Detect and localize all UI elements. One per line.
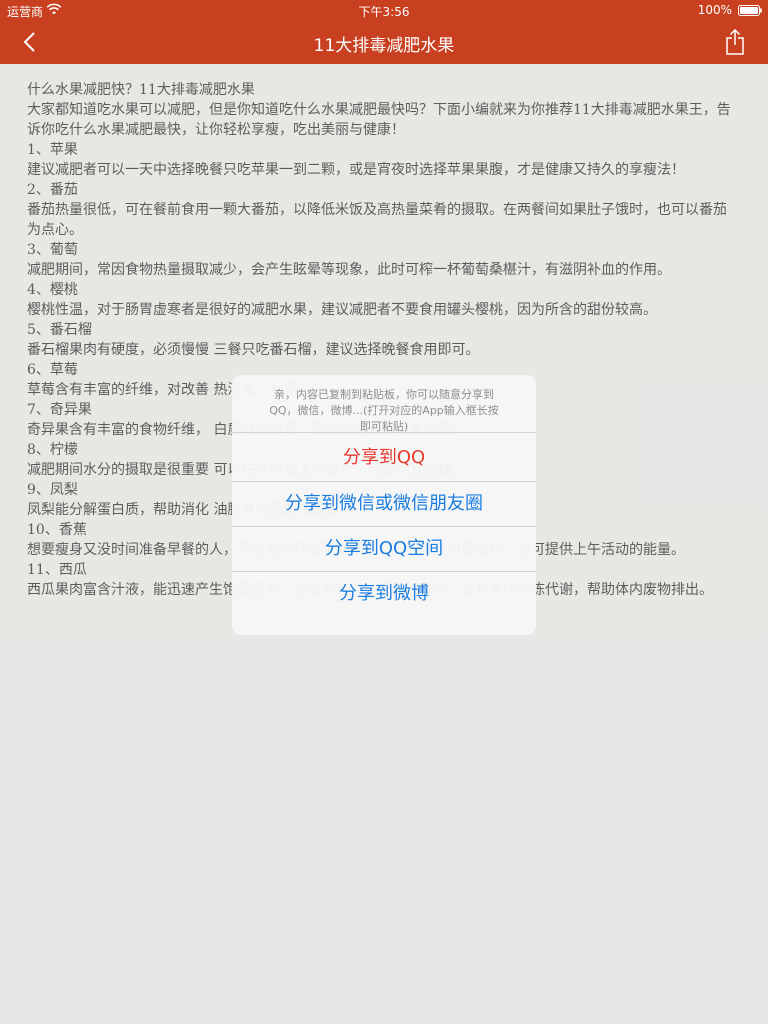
clock: 下午3:56 (358, 5, 410, 19)
dialog-message-line: QQ，微信，微博...(打开对应的App输入框长按 (269, 404, 499, 417)
share-dialog: 亲，内容已复制到粘贴板，你可以随意分享到 QQ，微信，微博...(打开对应的Ap… (232, 375, 536, 635)
dialog-message: 亲，内容已复制到粘贴板，你可以随意分享到 QQ，微信，微博...(打开对应的Ap… (232, 375, 536, 433)
share-to-qzone-button[interactable]: 分享到QQ空间 (232, 527, 536, 572)
status-bar: 运营商 下午3:56 100% (0, 0, 768, 20)
share-icon[interactable] (724, 28, 746, 56)
navigation-bar: 11大排毒减肥水果 (0, 20, 768, 64)
share-to-weibo-button[interactable]: 分享到微博 (232, 572, 536, 616)
battery-icon (738, 5, 762, 16)
share-to-qq-button[interactable]: 分享到QQ (232, 435, 536, 482)
dialog-message-line: 亲，内容已复制到粘贴板，你可以随意分享到 (274, 388, 494, 401)
page-title: 11大排毒减肥水果 (313, 36, 455, 56)
battery-percent: 100% (697, 3, 732, 17)
share-to-wechat-button[interactable]: 分享到微信或微信朋友圈 (232, 482, 536, 527)
dialog-message-line: 即可粘贴) (359, 420, 409, 433)
